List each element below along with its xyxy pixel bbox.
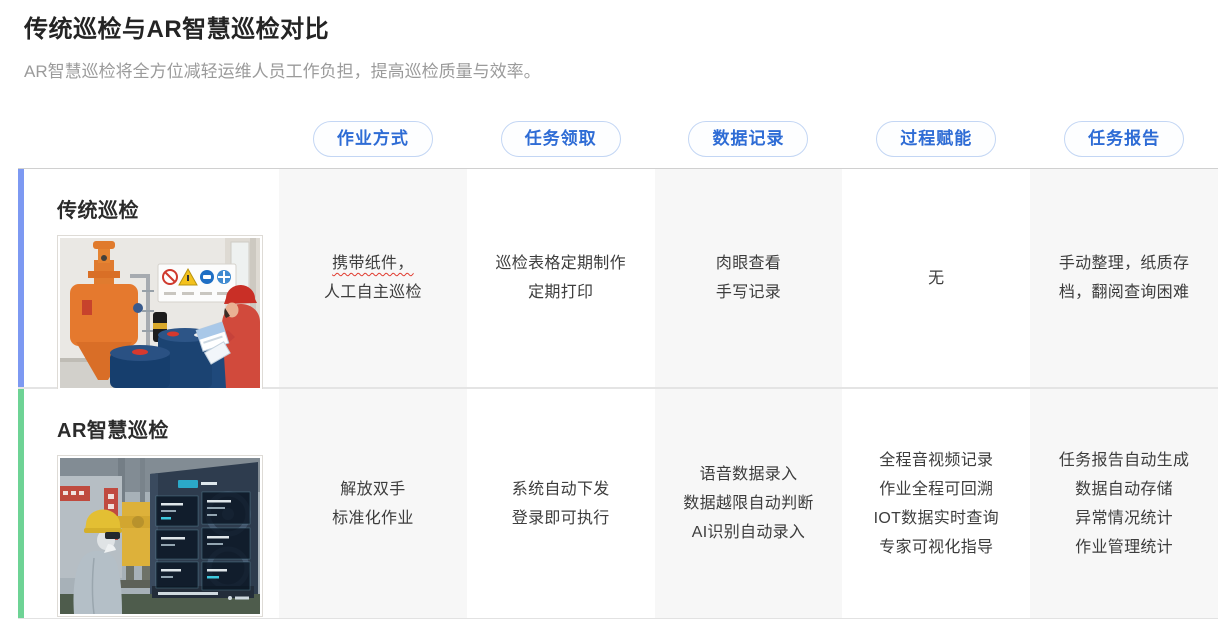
column-pill-data-record[interactable]: 数据记录: [688, 121, 809, 157]
column-pill-process-enable[interactable]: 过程赋能: [876, 121, 997, 157]
worker-ar-screen-illustration: [60, 458, 260, 614]
cell-ar-task-claim: 系统自动下发 登录即可执行: [511, 480, 610, 527]
table-row-ar: AR智慧巡检 解放双手 标准化作业 系统自动下发 登录即可执行 语音数据录入 数…: [18, 389, 1218, 618]
cell-traditional-task-report: 手动整理，纸质存 档，翻阅查询困难: [1030, 169, 1218, 387]
traditional-inspection-photo: [57, 235, 263, 391]
cell-traditional-data-record: 肉眼查看 手写记录: [654, 169, 843, 387]
comparison-section: 传统巡检与AR智慧巡检对比 AR智慧巡检将全方位减轻运维人员工作负担，提高巡检质…: [0, 0, 1224, 619]
row-title-ar: AR智慧巡检: [57, 420, 169, 442]
page-title: 传统巡检与AR智慧巡检对比: [24, 16, 330, 43]
row-label-cell-traditional: 传统巡检: [24, 169, 279, 391]
page-subtitle: AR智慧巡检将全方位减轻运维人员工作负担，提高巡检质量与效率。: [24, 62, 541, 81]
comparison-table: 传统巡检 携带纸件， 人工自主巡检 巡检表格定期制作 定期打印 肉眼查看 手写记…: [18, 168, 1218, 619]
column-header-row: 作业方式 任务领取 数据记录 过程赋能 任务报告: [18, 121, 1218, 157]
table-row-traditional: 传统巡检 携带纸件， 人工自主巡检 巡检表格定期制作 定期打印 肉眼查看 手写记…: [18, 169, 1218, 391]
cell-traditional-task-claim: 巡检表格定期制作 定期打印: [495, 255, 626, 301]
cell-ar-work-method: 解放双手 标准化作业: [279, 389, 467, 618]
column-pill-task-claim[interactable]: 任务领取: [500, 121, 621, 157]
cell-ar-data-record: 语音数据录入 数据越限自动判断 AI识别自动录入: [654, 389, 843, 618]
cell-ar-process-enable: 全程音视频记录 作业全程可回溯 IOT数据实时查询 专家可视化指导: [873, 451, 999, 556]
cell-traditional-process-enable: 无: [928, 269, 945, 287]
row-title-traditional: 传统巡检: [57, 200, 139, 222]
row-label-cell-ar: AR智慧巡检: [24, 389, 279, 618]
cell-ar-task-report: 任务报告自动生成 数据自动存储 异常情况统计 作业管理统计: [1030, 389, 1218, 618]
column-pill-task-report[interactable]: 任务报告: [1064, 121, 1185, 157]
worker-paper-inspection-illustration: [60, 238, 260, 388]
cell-traditional-work-method: 携带纸件， 人工自主巡检: [279, 169, 467, 387]
ar-inspection-photo: [57, 455, 263, 617]
column-pill-work-method[interactable]: 作业方式: [312, 121, 433, 157]
